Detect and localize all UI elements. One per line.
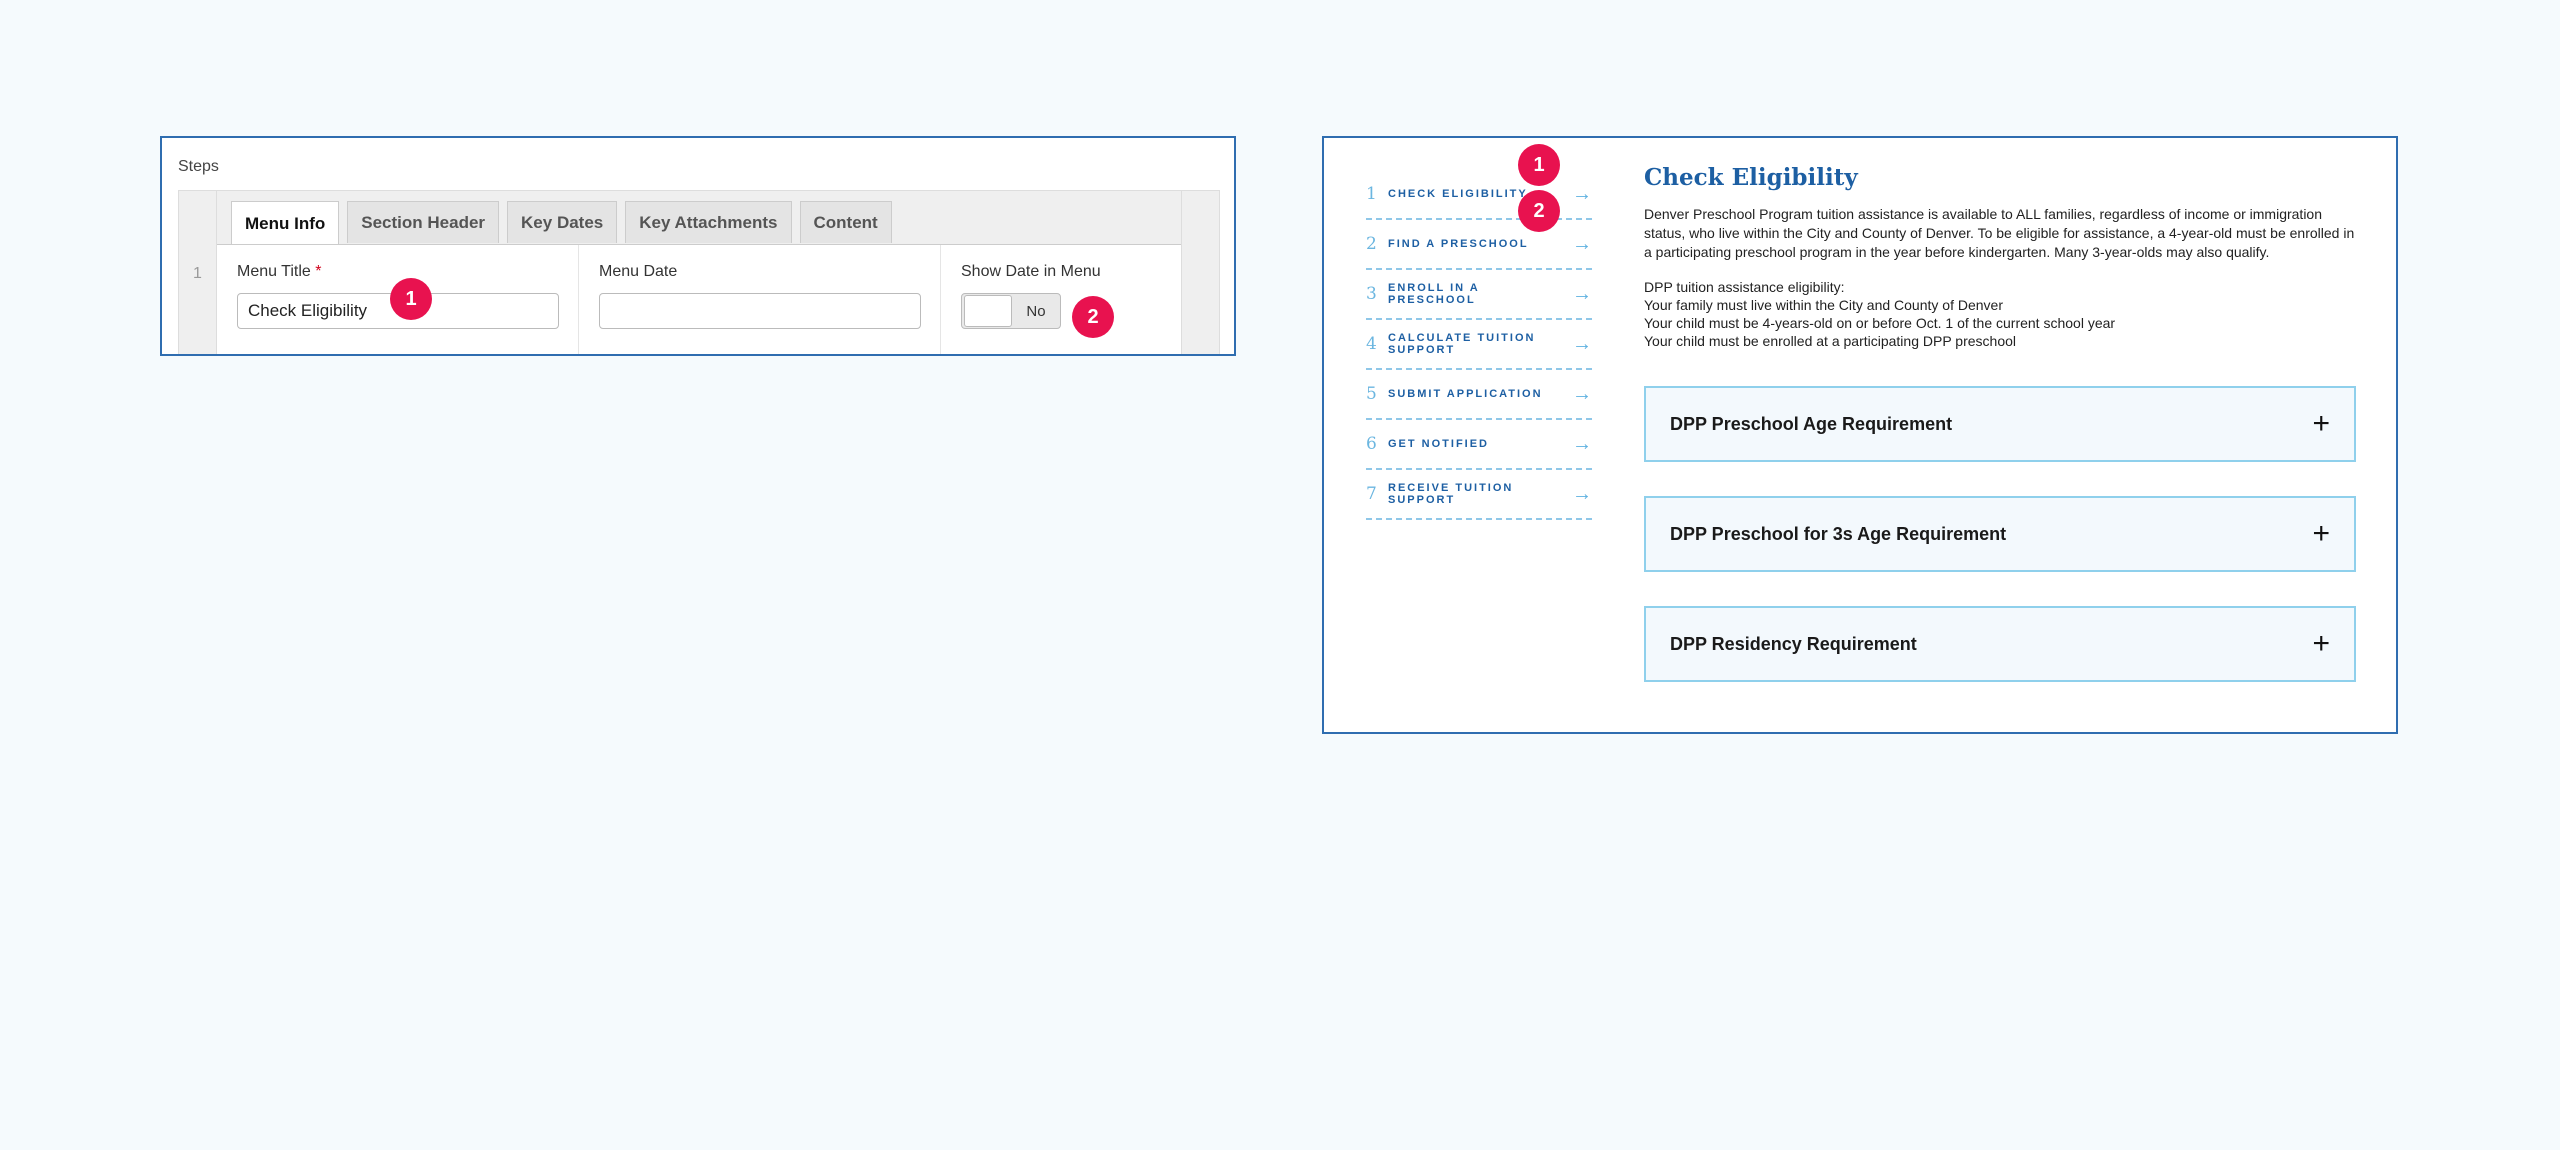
step-label: ENROLL IN A PRESCHOOL [1388, 282, 1480, 306]
preview-panel: 1 CHECK ELIGIBILITY → 2 FIND A PRESCHOOL… [1322, 136, 2398, 734]
show-date-field: Show Date in Menu No [941, 245, 1181, 354]
plus-icon: + [2312, 627, 2330, 660]
step-number: 3 [1366, 284, 1377, 304]
accordion-title: DPP Preschool Age Requirement [1670, 413, 1953, 434]
required-marker: * [315, 263, 322, 280]
step-number: 6 [1366, 434, 1377, 454]
eligibility-item: Your child must be 4-years-old on or bef… [1644, 315, 2116, 331]
annotation-badge-2: 2 [1518, 190, 1560, 232]
step-label: GET NOTIFIED [1388, 438, 1489, 450]
eligibility-heading: DPP tuition assistance eligibility: [1644, 279, 1845, 295]
accordion-title: DPP Preschool for 3s Age Requirement [1670, 523, 2007, 544]
step-number: 5 [1366, 384, 1377, 404]
arrow-right-icon: → [1572, 282, 1592, 305]
tab-content[interactable]: Content [799, 201, 892, 243]
annotation-badge-2: 2 [1072, 296, 1114, 338]
step-label: SUBMIT APPLICATION [1388, 388, 1543, 400]
arrow-right-icon: → [1572, 482, 1592, 505]
steps-editor-panel: Steps 1 Menu Info Section Header Key Dat… [160, 136, 1236, 356]
step-label: FIND A PRESCHOOL [1388, 238, 1529, 250]
arrow-right-icon: → [1572, 332, 1592, 355]
arrow-right-icon: → [1572, 232, 1592, 255]
menu-date-label: Menu Date [599, 263, 678, 280]
accordion-item-3s-age[interactable]: DPP Preschool for 3s Age Requirement + [1644, 496, 2356, 572]
annotation-badge-1: 1 [390, 278, 432, 320]
menu-date-input[interactable] [599, 293, 921, 329]
annotation-badge-1: 1 [1518, 144, 1560, 186]
arrow-right-icon: → [1572, 432, 1592, 455]
tab-key-dates[interactable]: Key Dates [507, 201, 618, 243]
requirements-accordion: DPP Preschool Age Requirement + DPP Pres… [1644, 386, 2356, 682]
accordion-item-residency[interactable]: DPP Residency Requirement + [1644, 606, 2356, 682]
accordion-item-age[interactable]: DPP Preschool Age Requirement + [1644, 386, 2356, 462]
accordion-title: DPP Residency Requirement [1670, 633, 1917, 654]
eligibility-item: Your child must be enrolled at a partici… [1644, 333, 2016, 349]
toggle-state-text: No [1026, 302, 1046, 320]
arrow-right-icon: → [1572, 182, 1592, 205]
step-nav-item-6[interactable]: 6 GET NOTIFIED → [1366, 420, 1592, 470]
step-nav-item-4[interactable]: 4 CALCULATE TUITION SUPPORT → [1366, 320, 1592, 370]
plus-icon: + [2312, 407, 2330, 440]
plus-icon: + [2312, 517, 2330, 550]
show-date-toggle[interactable]: No [961, 293, 1061, 329]
step-number: 2 [1366, 234, 1377, 254]
step-label: CALCULATE TUITION SUPPORT [1388, 332, 1536, 356]
step-nav-item-2[interactable]: 2 FIND A PRESCHOOL → [1366, 220, 1592, 270]
show-date-label: Show Date in Menu [961, 263, 1101, 280]
toggle-knob [964, 295, 1012, 327]
step-nav: 1 CHECK ELIGIBILITY → 2 FIND A PRESCHOOL… [1366, 170, 1592, 520]
step-number: 7 [1366, 484, 1377, 504]
step-label: RECEIVE TUITION SUPPORT [1388, 482, 1514, 506]
editor-tabs: Menu Info Section Header Key Dates Key A… [231, 201, 892, 245]
tab-menu-info[interactable]: Menu Info [231, 201, 340, 245]
page-title: Check Eligibility [1644, 164, 1858, 191]
row-number: 1 [179, 191, 217, 354]
intro-paragraph: Denver Preschool Program tuition assista… [1644, 206, 2355, 260]
menu-title-label-text: Menu Title [237, 263, 311, 280]
menu-date-field: Menu Date [579, 245, 941, 354]
eligibility-item: Your family must live within the City an… [1644, 297, 2003, 313]
step-number: 4 [1366, 334, 1377, 354]
step-nav-item-7[interactable]: 7 RECEIVE TUITION SUPPORT → [1366, 470, 1592, 520]
steps-label: Steps [178, 158, 219, 175]
step-nav-item-5[interactable]: 5 SUBMIT APPLICATION → [1366, 370, 1592, 420]
row-actions-gutter[interactable] [1181, 191, 1219, 354]
steps-repeater: 1 Menu Info Section Header Key Dates Key… [178, 190, 1220, 354]
step-nav-item-3[interactable]: 3 ENROLL IN A PRESCHOOL → [1366, 270, 1592, 320]
menu-info-fields: Menu Title * Menu Date Show Date in Menu… [217, 244, 1181, 354]
tab-section-header[interactable]: Section Header [347, 201, 500, 243]
step-number: 1 [1366, 184, 1377, 204]
arrow-right-icon: → [1572, 382, 1592, 405]
menu-title-label: Menu Title * [237, 263, 558, 281]
step-content: Check Eligibility Denver Preschool Progr… [1644, 164, 2356, 716]
tab-key-attachments[interactable]: Key Attachments [625, 201, 792, 243]
